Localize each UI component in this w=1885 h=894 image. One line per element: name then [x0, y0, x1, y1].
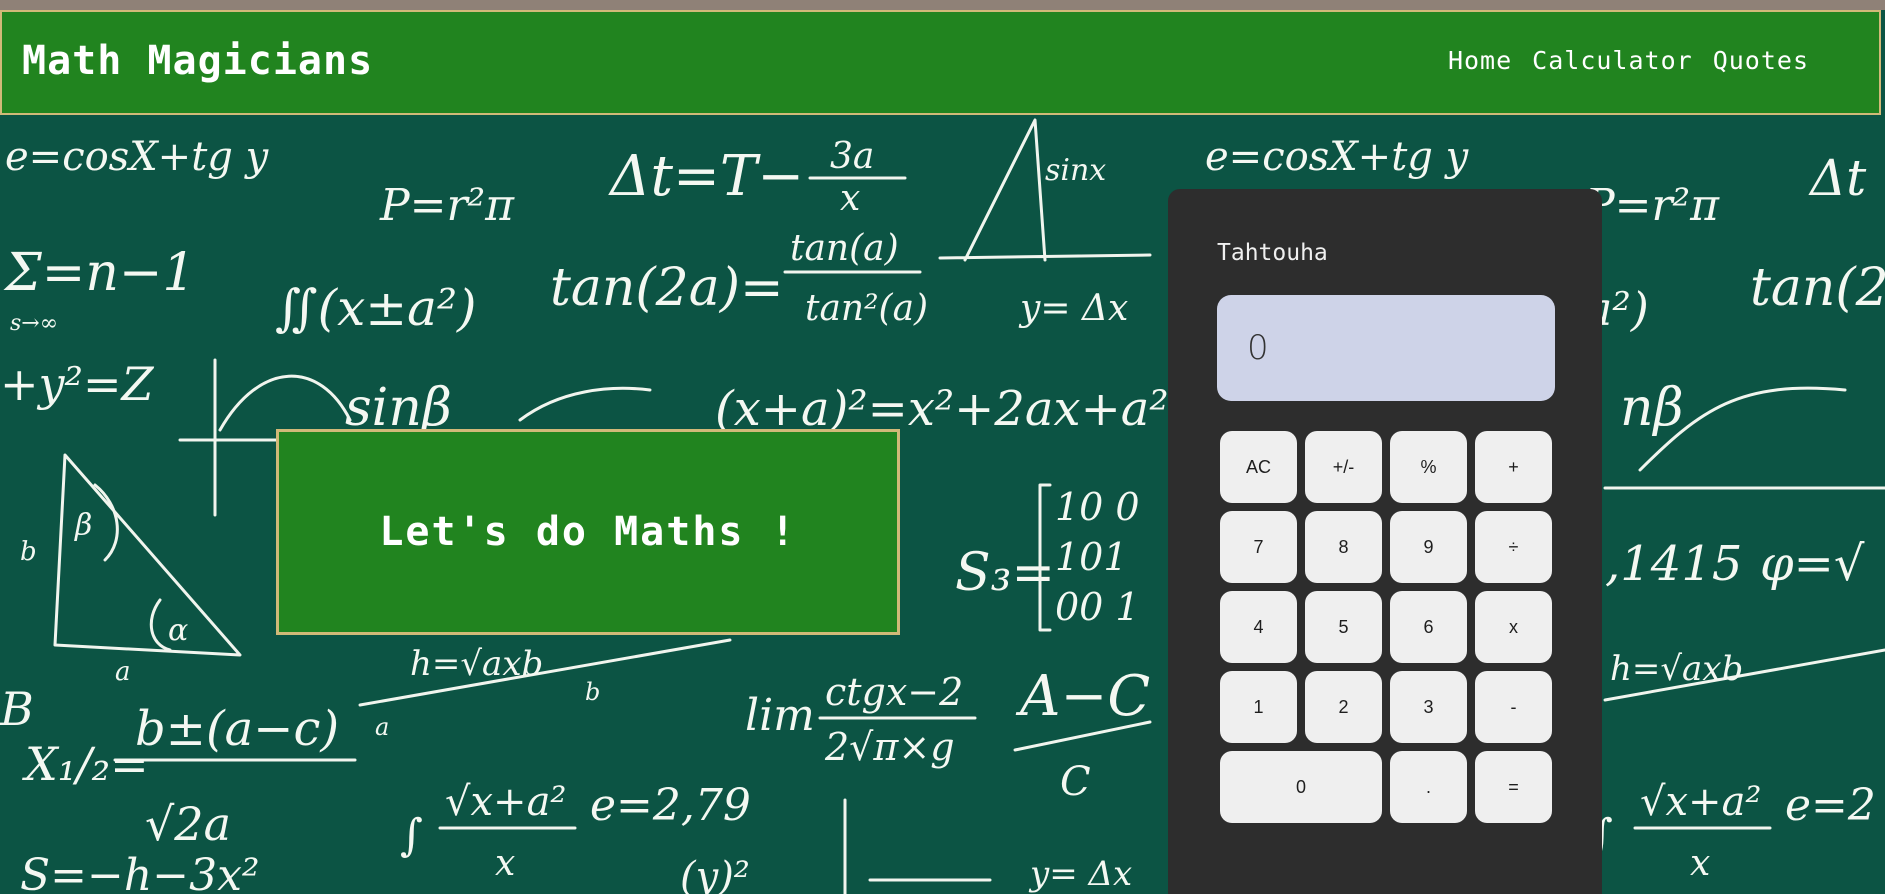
svg-text:Δt: Δt: [1808, 149, 1867, 207]
key-clear-button[interactable]: AC: [1220, 431, 1297, 503]
key-decimal-button[interactable]: .: [1390, 751, 1467, 823]
svg-text:e=cosX+tg y: e=cosX+tg y: [5, 134, 270, 180]
svg-text:Σ=n−1: Σ=n−1: [3, 243, 195, 303]
key-percent-button[interactable]: %: [1390, 431, 1467, 503]
key-3-button[interactable]: 3: [1390, 671, 1467, 743]
key-1-button[interactable]: 1: [1220, 671, 1297, 743]
svg-text:(y)²: (y)²: [680, 854, 750, 894]
nav-link-calculator[interactable]: Calculator: [1532, 46, 1693, 75]
svg-text:β: β: [74, 508, 92, 543]
svg-text:φ=√: φ=√: [1760, 536, 1865, 592]
svg-text:B: B: [0, 682, 34, 736]
svg-text:e=2: e=2: [1785, 780, 1876, 831]
svg-text:00 1: 00 1: [1055, 585, 1140, 629]
svg-text:tan(a): tan(a): [790, 228, 899, 269]
key-multiply-button[interactable]: x: [1475, 591, 1552, 663]
svg-text:a: a: [375, 713, 389, 741]
svg-text:lim: lim: [745, 690, 815, 741]
hero-title: Let's do Maths !: [379, 509, 797, 555]
svg-text:∫: ∫: [400, 810, 423, 861]
key-8-button[interactable]: 8: [1305, 511, 1382, 583]
calculator-owner-label: Tahtouha: [1217, 240, 1328, 266]
calculator-keypad: AC +/- % + 7 8 9 ÷ 4 5 6 x 1 2 3 - 0 . =: [1220, 431, 1552, 823]
svg-text:C: C: [1060, 759, 1091, 805]
svg-text:Δt=T−: Δt=T−: [608, 144, 804, 209]
svg-text:√x+a²: √x+a²: [1640, 779, 1761, 825]
nav-links: Home Calculator Quotes: [1448, 46, 1809, 75]
svg-text:A−C: A−C: [1015, 664, 1150, 729]
svg-text:x: x: [495, 843, 515, 884]
key-divide-button[interactable]: ÷: [1475, 511, 1552, 583]
brand-title: Math Magicians: [22, 38, 374, 84]
svg-text:x: x: [1690, 843, 1710, 884]
key-0-button[interactable]: 0: [1220, 751, 1382, 823]
svg-text:α: α: [168, 613, 188, 648]
key-5-button[interactable]: 5: [1305, 591, 1382, 663]
key-equals-button[interactable]: =: [1475, 751, 1552, 823]
svg-text:e=2,79: e=2,79: [590, 780, 751, 831]
svg-text:e=cosX+tg y: e=cosX+tg y: [1205, 134, 1470, 180]
svg-text:10 0: 10 0: [1055, 485, 1140, 529]
svg-text:tan²(a): tan²(a): [805, 288, 928, 329]
svg-text:b: b: [585, 678, 600, 706]
svg-text:,1415: ,1415: [1605, 536, 1742, 592]
svg-text:nβ: nβ: [1620, 378, 1684, 438]
display-value: 0: [1247, 328, 1269, 368]
svg-text:s→∞: s→∞: [10, 311, 58, 336]
key-negate-button[interactable]: +/-: [1305, 431, 1382, 503]
svg-text:h=√axb: h=√axb: [410, 644, 543, 684]
svg-text:P=r²π: P=r²π: [1584, 180, 1720, 231]
calculator-display: 0: [1217, 295, 1555, 401]
svg-text:S=−h−3x²: S=−h−3x²: [20, 850, 260, 894]
svg-text:b: b: [20, 537, 37, 567]
svg-text:b±(a−c): b±(a−c): [135, 701, 339, 757]
key-2-button[interactable]: 2: [1305, 671, 1382, 743]
svg-text:y= Δx: y= Δx: [1018, 288, 1128, 329]
key-4-button[interactable]: 4: [1220, 591, 1297, 663]
key-subtract-button[interactable]: -: [1475, 671, 1552, 743]
svg-text:∬(x±a²): ∬(x±a²): [275, 279, 477, 337]
svg-text:x: x: [840, 178, 860, 219]
svg-text:tan(2a)=: tan(2a)=: [550, 258, 784, 318]
svg-text:2√π×g: 2√π×g: [824, 725, 955, 769]
svg-text:tan(2a: tan(2a: [1750, 258, 1885, 318]
key-9-button[interactable]: 9: [1390, 511, 1467, 583]
svg-text:+y²=Z: +y²=Z: [0, 357, 155, 411]
svg-text:y= Δx: y= Δx: [1028, 854, 1132, 894]
svg-text:3a: 3a: [830, 136, 874, 177]
svg-text:√2a: √2a: [145, 797, 231, 851]
svg-text:a: a: [115, 657, 131, 687]
calculator: Tahtouha 0 AC +/- % + 7 8 9 ÷ 4 5 6 x 1 …: [1168, 189, 1602, 894]
svg-text:ctgx−2: ctgx−2: [825, 670, 963, 714]
hero-box: Let's do Maths !: [276, 429, 900, 635]
key-6-button[interactable]: 6: [1390, 591, 1467, 663]
svg-text:X₁/₂=: X₁/₂=: [22, 737, 149, 791]
svg-text:101: 101: [1055, 535, 1128, 579]
navbar: Math Magicians Home Calculator Quotes: [0, 10, 1881, 115]
key-7-button[interactable]: 7: [1220, 511, 1297, 583]
svg-text:P=r²π: P=r²π: [379, 180, 515, 231]
nav-link-quotes[interactable]: Quotes: [1713, 46, 1809, 75]
svg-text:sinx: sinx: [1045, 153, 1106, 188]
window-top-strip: [0, 0, 1885, 10]
nav-link-home[interactable]: Home: [1448, 46, 1512, 75]
key-add-button[interactable]: +: [1475, 431, 1552, 503]
svg-text:h=√axb: h=√axb: [1610, 649, 1743, 689]
svg-text:√x+a²: √x+a²: [445, 779, 566, 825]
